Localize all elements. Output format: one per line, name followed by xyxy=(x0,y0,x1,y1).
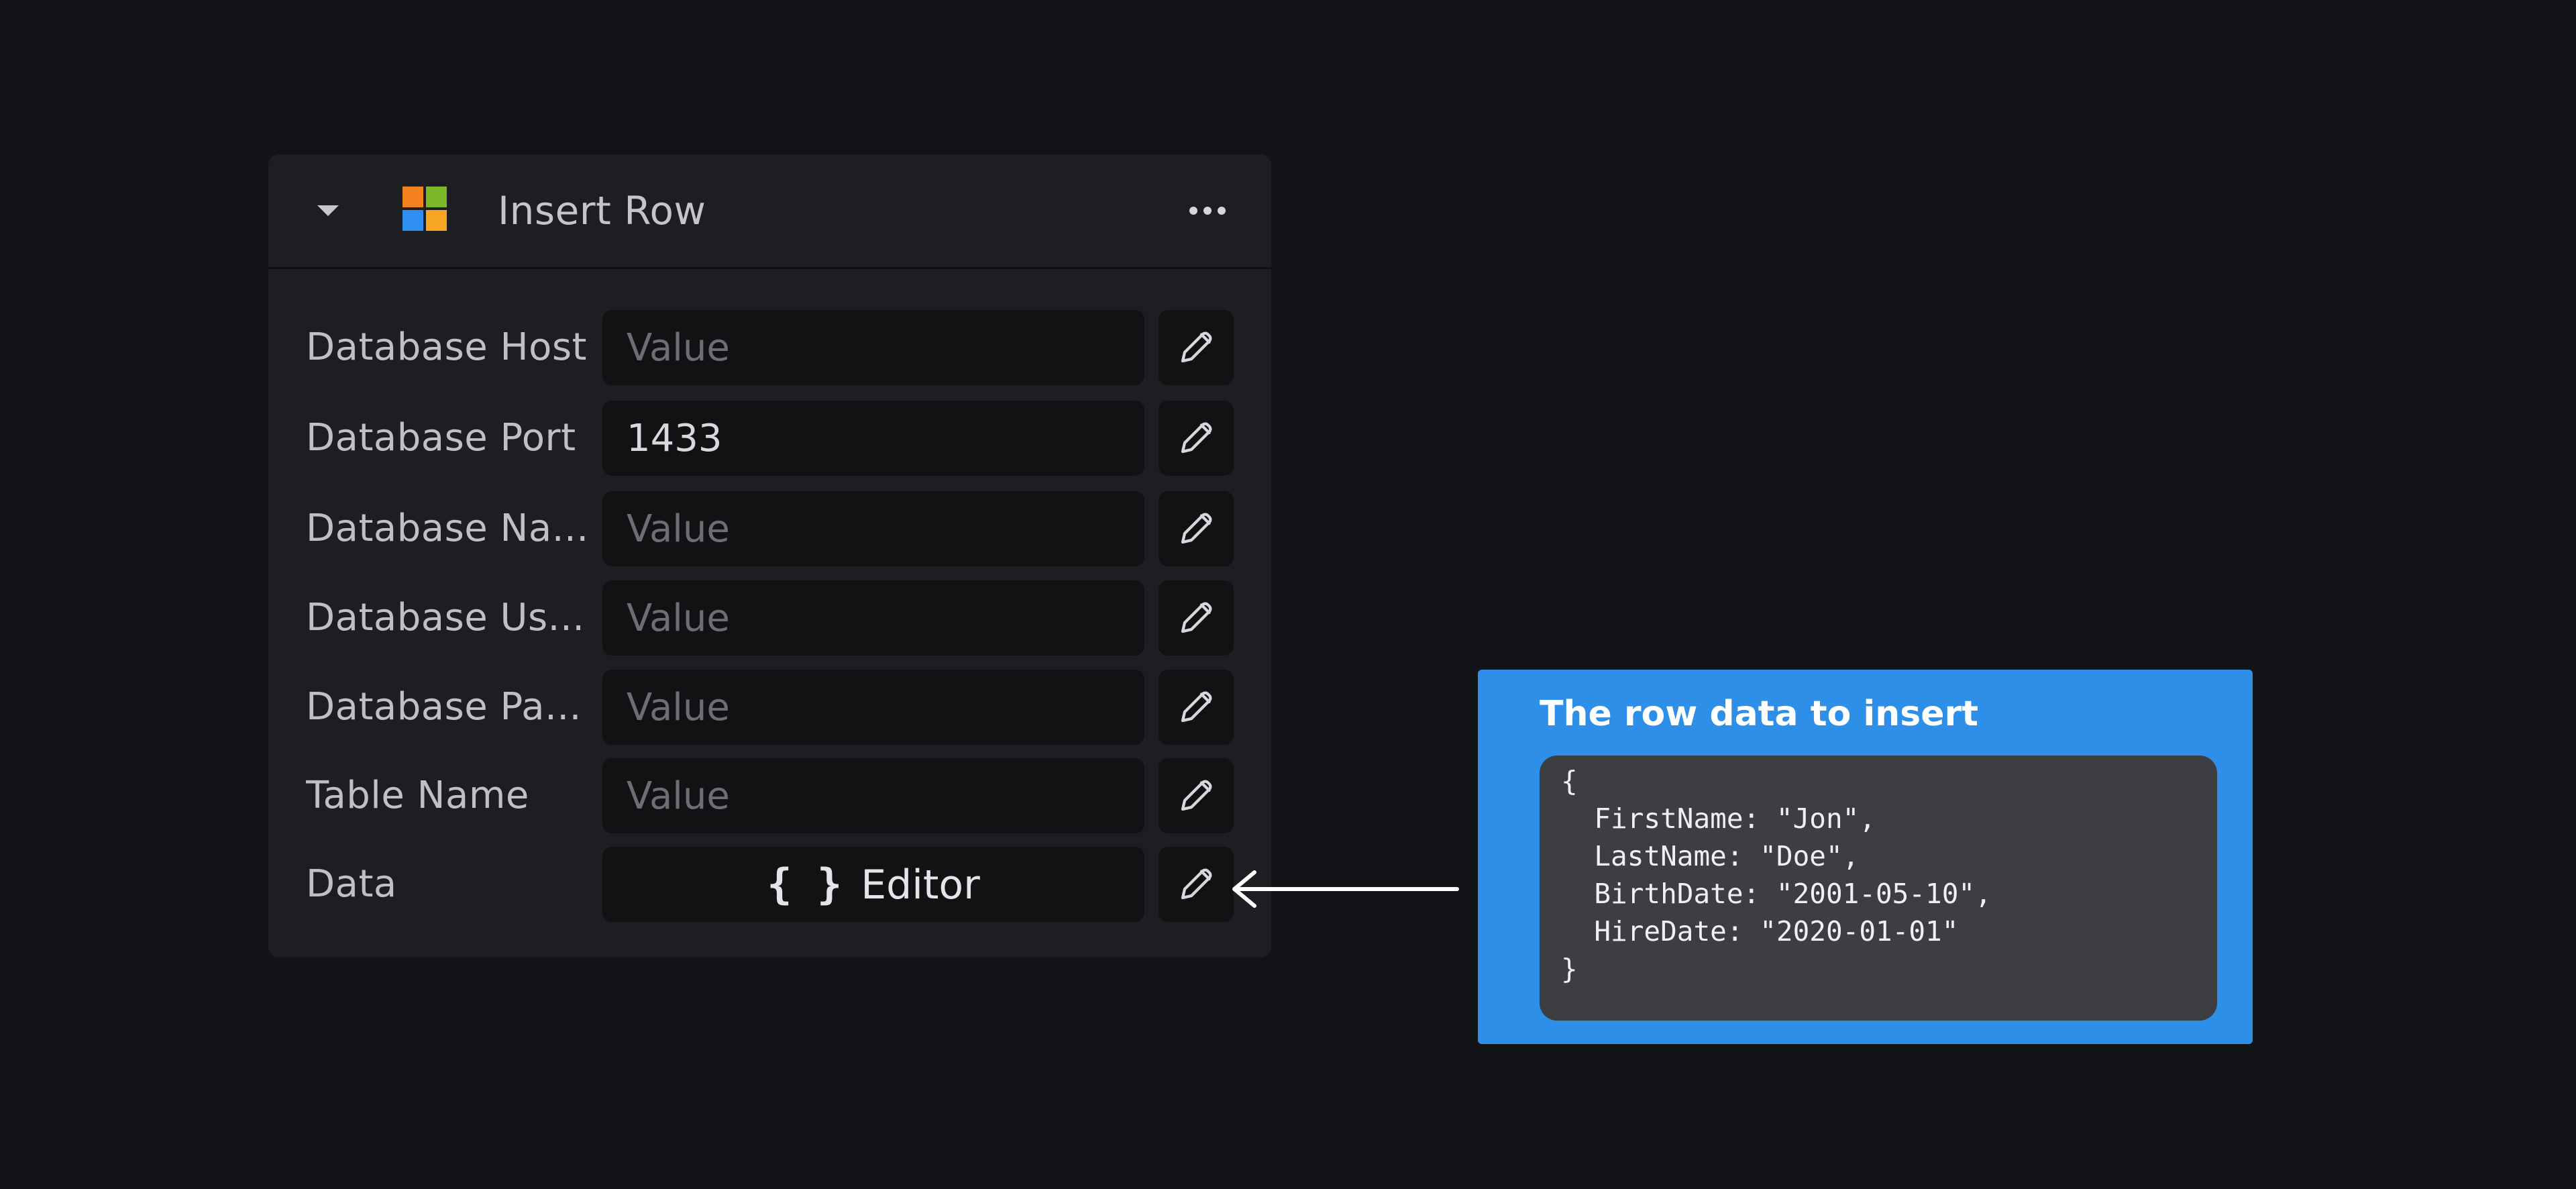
code-example: { FirstName: "Jon", LastName: "Doe", Bir… xyxy=(1540,756,2217,1021)
editor-button-label: Editor xyxy=(861,862,980,909)
data-field-tooltip: The row data to insert { FirstName: "Jon… xyxy=(1478,670,2253,1044)
field-label: Database Na... xyxy=(306,507,588,550)
open-editor-button[interactable]: { } Editor xyxy=(602,847,1144,922)
microsoft-logo-icon xyxy=(402,187,447,231)
edit-pencil-button[interactable] xyxy=(1159,310,1234,385)
pencil-icon xyxy=(1181,422,1212,454)
code-line: LastName: "Doe", xyxy=(1561,840,1860,872)
arrow-left-icon xyxy=(1232,870,1459,908)
more-options-icon[interactable] xyxy=(1187,193,1228,227)
database-port-input[interactable] xyxy=(602,401,1144,476)
braces-icon: { } xyxy=(767,860,843,909)
edit-pencil-button[interactable] xyxy=(1159,847,1234,922)
pencil-icon xyxy=(1181,691,1212,723)
field-label: Table Name xyxy=(306,774,529,817)
field-label: Database Pa... xyxy=(306,685,582,729)
database-user-input[interactable] xyxy=(602,580,1144,656)
field-row-database-name: Database Na... xyxy=(268,491,1271,566)
edit-pencil-button[interactable] xyxy=(1159,401,1234,476)
code-line: { xyxy=(1561,765,1578,797)
insert-row-node[interactable]: Insert Row Database Host Database Port D… xyxy=(268,154,1271,958)
pencil-icon xyxy=(1181,331,1212,363)
database-password-input[interactable] xyxy=(602,670,1144,745)
pencil-icon xyxy=(1181,513,1212,544)
field-row-database-user: Database Us... xyxy=(268,580,1271,656)
edit-pencil-button[interactable] xyxy=(1159,670,1234,745)
database-name-input[interactable] xyxy=(602,491,1144,566)
canvas: Insert Row Database Host Database Port D… xyxy=(0,0,2576,1189)
edit-pencil-button[interactable] xyxy=(1159,758,1234,833)
pencil-icon xyxy=(1181,602,1212,633)
field-label: Data xyxy=(306,862,397,906)
pencil-icon xyxy=(1181,868,1212,900)
edit-pencil-button[interactable] xyxy=(1159,491,1234,566)
tooltip-title: The row data to insert xyxy=(1540,694,1978,734)
field-label: Database Us... xyxy=(306,596,585,639)
field-row-database-password: Database Pa... xyxy=(268,670,1271,745)
field-row-table-name: Table Name xyxy=(268,758,1271,833)
collapse-caret-icon[interactable] xyxy=(317,205,339,216)
database-host-input[interactable] xyxy=(602,310,1144,385)
edit-pencil-button[interactable] xyxy=(1159,580,1234,656)
code-line: HireDate: "2020-01-01" xyxy=(1561,915,1959,947)
field-label: Database Host xyxy=(306,325,588,369)
code-line: BirthDate: "2001-05-10", xyxy=(1561,878,1992,910)
pencil-icon xyxy=(1181,780,1212,811)
code-line: FirstName: "Jon", xyxy=(1561,803,1876,835)
field-row-data: Data { } Editor xyxy=(268,847,1271,922)
field-label: Database Port xyxy=(306,416,576,460)
field-row-database-port: Database Port xyxy=(268,401,1271,476)
field-row-database-host: Database Host xyxy=(268,310,1271,385)
node-title: Insert Row xyxy=(498,188,706,234)
code-line: } xyxy=(1561,953,1578,985)
node-header: Insert Row xyxy=(268,154,1271,269)
table-name-input[interactable] xyxy=(602,758,1144,833)
